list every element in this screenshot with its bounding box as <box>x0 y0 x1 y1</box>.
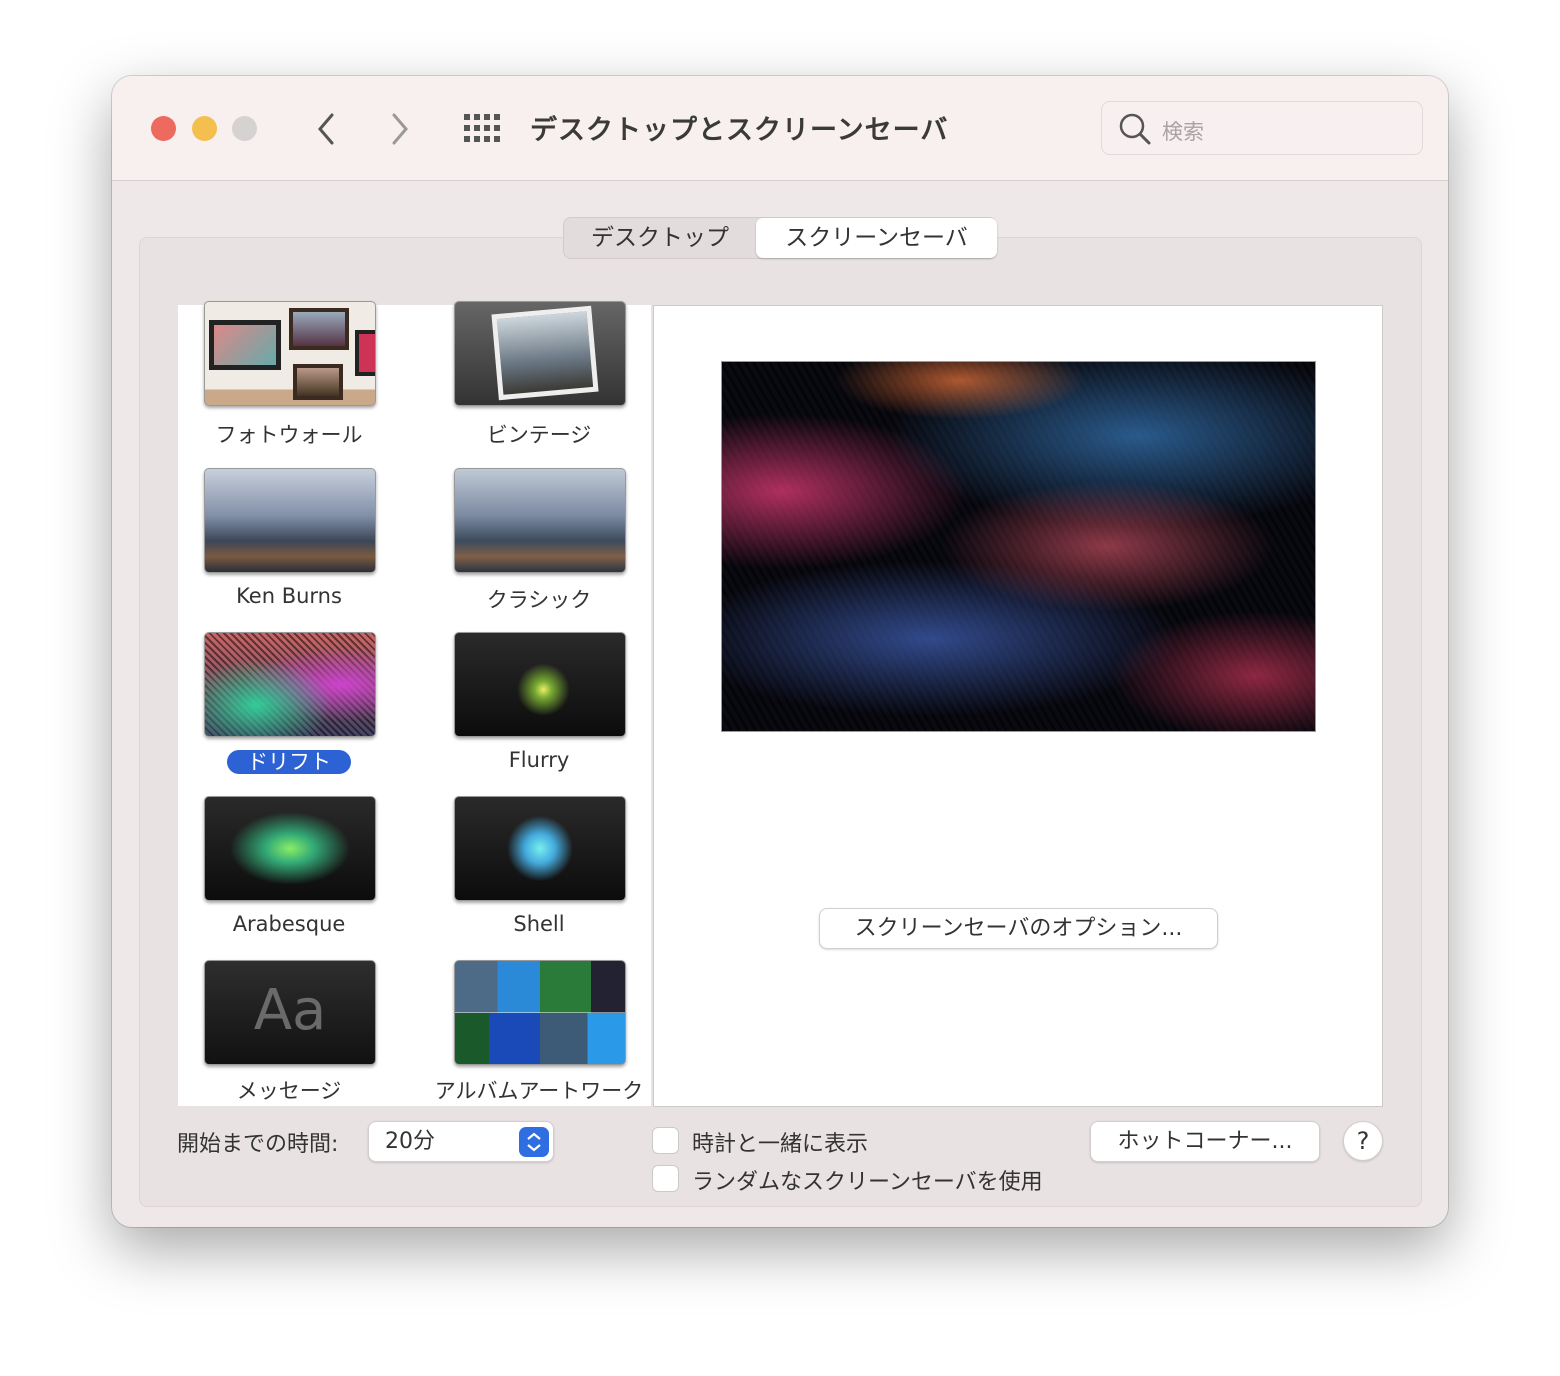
thumb-ken-burns[interactable] <box>204 468 376 573</box>
chevron-right-icon[interactable] <box>388 112 412 146</box>
start-after-select[interactable]: 20分 <box>368 1121 554 1162</box>
show-clock-label[interactable]: 時計と一緒に表示 <box>692 1126 868 1158</box>
thumb-arabesque[interactable] <box>204 796 376 901</box>
close-button[interactable] <box>151 116 176 141</box>
screensaver-list[interactable]: フォトウォール ビンテージ Ken Burns クラシック ドリフト Flurr… <box>178 301 651 1106</box>
random-screensaver-label[interactable]: ランダムなスクリーンセーバを使用 <box>692 1164 1043 1196</box>
screensaver-preview-image <box>721 361 1316 732</box>
show-all-grid-icon[interactable] <box>464 114 500 142</box>
thumb-photo-wall[interactable] <box>204 301 376 406</box>
screensaver-options-button[interactable]: スクリーンセーバのオプション... <box>819 908 1218 949</box>
zoom-button[interactable] <box>232 116 257 141</box>
preferences-window: デスクトップとスクリーンセーバ 検索 デスクトップ スクリーンセーバ フォトウォ… <box>112 76 1448 1227</box>
thumb-album-artwork[interactable] <box>454 960 626 1065</box>
show-clock-checkbox[interactable] <box>652 1127 679 1154</box>
selected-label: ドリフト <box>227 750 351 774</box>
thumb-text: Aa <box>253 978 327 1043</box>
tab-screensaver[interactable]: スクリーンセーバ <box>756 218 997 258</box>
screensaver-label[interactable]: ビンテージ <box>414 419 664 449</box>
window-title: デスクトップとスクリーンセーバ <box>530 115 949 146</box>
title-bar: デスクトップとスクリーンセーバ 検索 <box>112 76 1448 181</box>
search-placeholder: 検索 <box>1162 120 1204 144</box>
thumb-message[interactable]: Aa <box>204 960 376 1065</box>
screensaver-label[interactable]: メッセージ <box>164 1075 414 1105</box>
screensaver-label-selected[interactable]: ドリフト <box>164 746 414 776</box>
random-screensaver-checkbox[interactable] <box>652 1165 679 1192</box>
chevron-left-icon[interactable] <box>314 112 338 146</box>
screensaver-label[interactable]: クラシック <box>414 584 664 614</box>
start-after-label: 開始までの時間: <box>177 1132 339 1157</box>
tab-bar: デスクトップ スクリーンセーバ <box>563 217 997 259</box>
screensaver-label[interactable]: フォトウォール <box>164 419 414 449</box>
minimize-button[interactable] <box>192 116 217 141</box>
stepper-arrows-icon <box>519 1127 549 1157</box>
tab-desktop[interactable]: デスクトップ <box>564 218 756 258</box>
thumb-vintage[interactable] <box>454 301 626 406</box>
screensaver-label[interactable]: Flurry <box>414 748 664 772</box>
thumb-classic[interactable] <box>454 468 626 573</box>
thumb-shell[interactable] <box>454 796 626 901</box>
hot-corners-button[interactable]: ホットコーナー... <box>1090 1121 1320 1162</box>
thumb-drift[interactable] <box>204 632 376 737</box>
preview-panel: スクリーンセーバのオプション... <box>653 305 1383 1107</box>
search-icon <box>1119 113 1151 145</box>
thumb-flurry[interactable] <box>454 632 626 737</box>
screensaver-label[interactable]: Arabesque <box>164 912 414 936</box>
help-button[interactable]: ? <box>1343 1121 1383 1161</box>
screensaver-label[interactable]: Shell <box>414 912 664 936</box>
search-input[interactable]: 検索 <box>1101 101 1423 155</box>
start-after-value: 20分 <box>385 1129 435 1154</box>
screensaver-label[interactable]: Ken Burns <box>164 584 414 608</box>
screensaver-label[interactable]: アルバムアートワーク <box>409 1075 669 1105</box>
